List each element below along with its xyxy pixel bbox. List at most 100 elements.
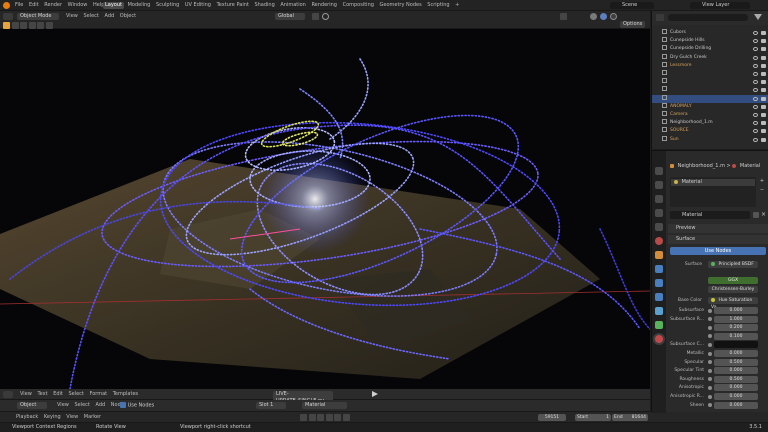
filter-funnel-icon[interactable] bbox=[754, 14, 762, 20]
tab-tool-icon[interactable] bbox=[655, 167, 663, 175]
proportional-edit-icon[interactable] bbox=[322, 13, 329, 20]
editor-type-icon[interactable] bbox=[3, 391, 13, 398]
value-field[interactable]: 0.000 bbox=[714, 384, 758, 392]
tab-scene-icon[interactable] bbox=[655, 223, 663, 231]
input-socket-icon[interactable] bbox=[708, 325, 712, 330]
input-socket-icon[interactable] bbox=[708, 342, 712, 347]
tab-modifiers-icon[interactable] bbox=[655, 265, 663, 273]
visibility-eye-icon[interactable] bbox=[753, 113, 758, 117]
outliner-row[interactable]: Cunepside Hills bbox=[652, 37, 768, 45]
visibility-eye-icon[interactable] bbox=[753, 55, 758, 60]
viewport-menu-object[interactable]: Object bbox=[118, 13, 138, 20]
prev-keyframe-icon[interactable] bbox=[308, 414, 316, 421]
frame-end-field[interactable]: End 81644 bbox=[612, 414, 648, 421]
outliner-row[interactable] bbox=[652, 94, 768, 103]
value-field[interactable] bbox=[714, 341, 758, 349]
tab-texture-paint[interactable]: Texture Paint bbox=[215, 2, 251, 9]
tab-view-layer-icon[interactable] bbox=[655, 209, 663, 217]
render-camera-icon[interactable] bbox=[761, 72, 766, 76]
render-camera-icon[interactable] bbox=[761, 137, 766, 142]
snap-icon[interactable] bbox=[312, 13, 319, 20]
select-new-icon[interactable] bbox=[11, 22, 19, 29]
visibility-eye-icon[interactable] bbox=[753, 80, 758, 85]
value-field[interactable]: 0.000 bbox=[714, 350, 758, 357]
play-icon[interactable] bbox=[325, 414, 333, 421]
tab-physics-icon[interactable] bbox=[655, 293, 663, 301]
viewport-menu-view[interactable]: View bbox=[64, 13, 80, 20]
tab-geometry-nodes[interactable]: Geometry Nodes bbox=[378, 2, 424, 9]
mode-dropdown[interactable]: Object Mode bbox=[17, 13, 59, 20]
visibility-eye-icon[interactable] bbox=[753, 96, 758, 101]
outliner-row[interactable]: Cunepside Drilling bbox=[652, 45, 768, 53]
material-copy-icon[interactable] bbox=[753, 212, 759, 218]
value-field[interactable]: 0.200 bbox=[714, 324, 758, 332]
input-socket-icon[interactable] bbox=[708, 317, 712, 322]
outliner-row[interactable]: ANOMALY bbox=[652, 102, 768, 111]
shading-solid-icon[interactable] bbox=[590, 13, 597, 20]
tab-particles-icon[interactable] bbox=[655, 279, 663, 287]
visibility-eye-icon[interactable] bbox=[753, 137, 758, 142]
jump-start-icon[interactable] bbox=[300, 414, 307, 421]
jump-end-icon[interactable] bbox=[342, 414, 350, 421]
select-extend-icon[interactable] bbox=[20, 22, 28, 29]
sss-method-dropdown[interactable]: Christensen-Burley bbox=[708, 286, 758, 293]
text-menu-view[interactable]: View bbox=[18, 391, 34, 398]
add-slot-button[interactable]: + bbox=[758, 178, 766, 185]
input-socket-icon[interactable] bbox=[708, 394, 712, 399]
outliner-row[interactable]: Lessmore bbox=[652, 61, 768, 70]
next-keyframe-icon[interactable] bbox=[334, 414, 342, 421]
select-box-icon[interactable] bbox=[3, 22, 10, 29]
input-socket-icon[interactable] bbox=[708, 368, 712, 373]
surface-shader-field[interactable]: Principled BSDF bbox=[708, 261, 758, 268]
render-camera-icon[interactable] bbox=[761, 121, 766, 126]
text-menu-text[interactable]: Text bbox=[35, 391, 49, 398]
value-field[interactable]: 0.500 bbox=[714, 358, 758, 366]
outliner-row[interactable]: Cubors bbox=[652, 29, 768, 37]
shading-material-icon[interactable] bbox=[600, 13, 607, 20]
play-reverse-icon[interactable] bbox=[317, 414, 325, 421]
value-field[interactable]: 0.000 bbox=[714, 401, 758, 409]
visibility-eye-icon[interactable] bbox=[753, 121, 758, 126]
transform-orientation-dropdown[interactable]: Global bbox=[275, 13, 305, 20]
base-color-field[interactable]: Hue Saturation Va... bbox=[708, 297, 758, 310]
outliner-filter-icon[interactable] bbox=[656, 14, 664, 21]
add-workspace-button[interactable]: + bbox=[453, 2, 461, 9]
viewport-menu-add[interactable]: Add bbox=[103, 13, 117, 20]
select-invert-icon[interactable] bbox=[37, 22, 45, 29]
node-menu-select[interactable]: Select bbox=[72, 402, 91, 409]
timeline-menu-keying[interactable]: Keying bbox=[42, 414, 63, 421]
select-subtract-icon[interactable] bbox=[28, 22, 36, 29]
render-camera-icon[interactable] bbox=[761, 129, 766, 134]
input-socket-icon[interactable] bbox=[708, 403, 712, 408]
outliner-row[interactable] bbox=[652, 86, 768, 94]
outliner-row[interactable]: Sun bbox=[652, 135, 768, 144]
value-field[interactable]: 0.000 bbox=[714, 393, 758, 400]
render-camera-icon[interactable] bbox=[761, 63, 766, 68]
tab-render-icon[interactable] bbox=[655, 181, 663, 189]
menu-file[interactable]: File bbox=[13, 2, 25, 9]
tab-layout[interactable]: Layout bbox=[103, 2, 124, 9]
visibility-eye-icon[interactable] bbox=[753, 88, 758, 93]
visibility-eye-icon[interactable] bbox=[753, 39, 758, 44]
node-menu-add[interactable]: Add bbox=[94, 402, 108, 409]
distribution-dropdown[interactable]: GGX bbox=[708, 277, 758, 284]
preview-panel-header[interactable]: Preview bbox=[668, 224, 768, 233]
scene-selector[interactable]: Scene bbox=[610, 2, 654, 9]
value-field[interactable]: 1.000 bbox=[714, 315, 758, 323]
tab-object-icon[interactable] bbox=[655, 251, 663, 259]
render-camera-icon[interactable] bbox=[761, 80, 766, 85]
tab-animation[interactable]: Animation bbox=[278, 2, 308, 9]
use-nodes-button[interactable]: Use Nodes bbox=[670, 247, 766, 255]
node-object-dropdown[interactable]: Object bbox=[17, 402, 47, 409]
value-field[interactable]: 0.500 bbox=[714, 375, 758, 383]
tab-rendering[interactable]: Rendering bbox=[309, 2, 339, 9]
outliner-row[interactable]: SOURCE bbox=[652, 127, 768, 135]
value-field[interactable]: 0.100 bbox=[714, 332, 758, 340]
input-socket-icon[interactable] bbox=[708, 377, 712, 382]
material-slot-row[interactable]: Material bbox=[671, 179, 755, 186]
outliner-row[interactable]: Dry Gulch Creek bbox=[652, 53, 768, 62]
text-menu-edit[interactable]: Edit bbox=[51, 391, 65, 398]
menu-window[interactable]: Window bbox=[66, 2, 90, 9]
input-socket-icon[interactable] bbox=[708, 385, 712, 390]
3d-viewport[interactable] bbox=[0, 29, 650, 389]
